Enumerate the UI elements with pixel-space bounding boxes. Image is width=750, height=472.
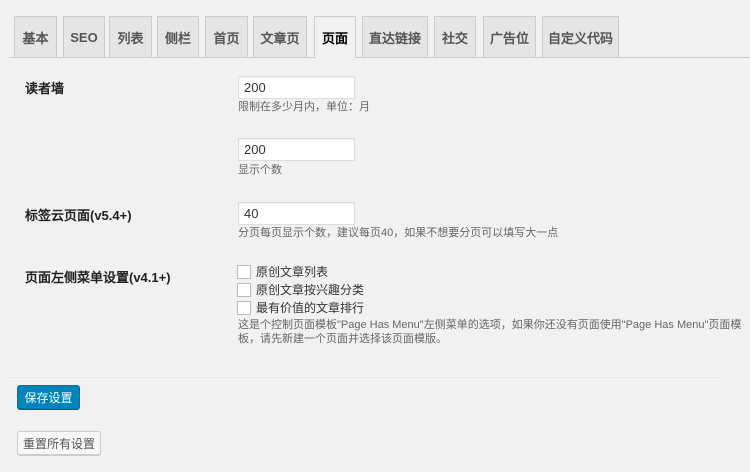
tab-seo[interactable]: SEO: [63, 16, 105, 57]
reader-wall-months-input[interactable]: [238, 76, 355, 99]
save-button[interactable]: 保存设置: [17, 385, 80, 409]
tab-social[interactable]: 社交: [434, 16, 476, 57]
checkbox-original-by-interest[interactable]: 原创文章按兴趣分类: [237, 281, 364, 298]
tab-article[interactable]: 文章页: [253, 16, 307, 57]
checkbox[interactable]: [237, 300, 251, 315]
tab-direct-links[interactable]: 直达链接: [362, 16, 428, 57]
tag-cloud-desc: 分页每页显示个数，建议每页40，如果不想要分页可以填写大一点: [238, 227, 559, 239]
checkbox-original-list[interactable]: 原创文章列表: [237, 263, 328, 280]
reset-button[interactable]: 重置所有设置: [17, 431, 101, 455]
tag-cloud-input[interactable]: [238, 202, 355, 225]
tab-ads[interactable]: 广告位: [483, 16, 536, 57]
checkbox[interactable]: [237, 282, 251, 297]
reader-wall-count-input[interactable]: [238, 138, 355, 161]
tab-home[interactable]: 首页: [205, 16, 248, 57]
checkbox-label: 最有价值的文章排行: [256, 301, 365, 315]
tab-divider: [9, 57, 750, 58]
tab-sidebar[interactable]: 侧栏: [157, 16, 199, 57]
reader-wall-count-desc: 显示个数: [238, 164, 282, 176]
tab-list[interactable]: 列表: [109, 16, 152, 57]
left-menu-label: 页面左侧菜单设置(v4.1+): [25, 270, 171, 285]
divider: [9, 377, 719, 378]
reader-wall-months-desc: 限制在多少月内，单位：月: [238, 101, 370, 113]
settings-tabs: 基本 SEO 列表 侧栏 首页 文章页 页面 直达链接 社交 广告位 自定义代码: [0, 0, 750, 58]
checkbox[interactable]: [237, 264, 251, 279]
left-menu-desc-1: 这是个控制页面模板"Page Has Menu"左侧菜单的选项，如果你还没有页面…: [238, 319, 742, 331]
checkbox-label: 原创文章列表: [256, 265, 329, 279]
tab-basic[interactable]: 基本: [14, 16, 57, 57]
checkbox-label: 原创文章按兴趣分类: [256, 283, 365, 297]
left-menu-desc-2: 板，请先新建一个页面并选择该页面模版。: [238, 333, 447, 345]
reader-wall-label: 读者墙: [25, 81, 65, 96]
checkbox-most-valuable[interactable]: 最有价值的文章排行: [237, 299, 364, 316]
tab-custom-code[interactable]: 自定义代码: [542, 16, 619, 57]
tab-page[interactable]: 页面: [314, 16, 356, 58]
tag-cloud-label: 标签云页面(v5.4+): [25, 208, 132, 223]
